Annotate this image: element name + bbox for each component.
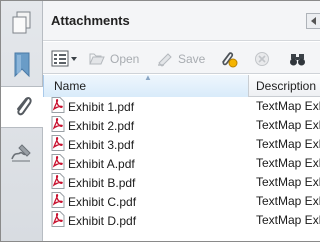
attachments-tab-button[interactable] (1, 86, 44, 128)
pdf-file-icon (51, 135, 65, 154)
paperclip-icon (12, 93, 34, 122)
delete-icon (254, 51, 270, 67)
table-row[interactable]: Exhibit 3.pdf TextMap Exhibit (43, 135, 320, 154)
signature-icon (10, 141, 34, 166)
file-name: Exhibit A.pdf (68, 156, 135, 171)
name-cell: Exhibit 2.pdf (51, 116, 135, 135)
description-cell: TextMap Exhibit (256, 137, 320, 151)
file-name: Exhibit C.pdf (68, 194, 137, 209)
add-attachment-button[interactable] (219, 50, 239, 68)
delete-attachment-button[interactable] (254, 50, 270, 68)
binoculars-icon (289, 51, 307, 67)
pdf-file-icon (51, 154, 65, 173)
name-cell: Exhibit C.pdf (51, 192, 137, 211)
pdf-file-icon (51, 173, 65, 192)
table-row[interactable]: Exhibit 1.pdf TextMap Exhibit (43, 97, 320, 116)
search-attachments-button[interactable] (289, 50, 307, 68)
options-list-icon (51, 50, 79, 68)
pdf-file-icon (51, 116, 65, 135)
navigation-rail (1, 1, 44, 241)
bookmarks-button[interactable] (1, 45, 43, 87)
save-icon (156, 51, 174, 67)
name-cell: Exhibit B.pdf (51, 173, 136, 192)
table-row[interactable]: Exhibit B.pdf TextMap Exhibit (43, 173, 320, 192)
pages-icon (11, 11, 33, 38)
table-row[interactable]: Exhibit A.pdf TextMap Exhibit (43, 154, 320, 173)
description-cell: TextMap Exhibit (256, 156, 320, 170)
pdf-file-icon (51, 97, 65, 116)
file-name: Exhibit 1.pdf (68, 99, 135, 114)
open-button-label: Open (110, 52, 140, 66)
name-cell: Exhibit D.pdf (51, 211, 137, 230)
name-cell: Exhibit 3.pdf (51, 135, 135, 154)
attachments-window: Attachments Open Save ▲ Name Description… (0, 0, 320, 242)
triangle-left-icon (310, 14, 317, 28)
description-cell: TextMap Exhibit (256, 175, 320, 189)
collapse-panel-button[interactable] (306, 13, 320, 29)
sort-ascending-icon: ▲ (144, 73, 152, 82)
file-name: Exhibit B.pdf (68, 175, 136, 190)
name-cell: Exhibit 1.pdf (51, 97, 135, 116)
file-name: Exhibit 2.pdf (68, 118, 135, 133)
signatures-button[interactable] (1, 132, 43, 174)
table-row[interactable]: Exhibit 2.pdf TextMap Exhibit (43, 116, 320, 135)
panel-header: Attachments (43, 1, 320, 41)
description-cell: TextMap Exhibit (256, 118, 320, 132)
description-cell: TextMap Exhibit (256, 213, 320, 227)
add-attachment-icon (219, 50, 239, 68)
name-cell: Exhibit A.pdf (51, 154, 135, 173)
description-cell: TextMap Exhibit (256, 194, 320, 208)
column-header-name-label: Name (54, 79, 87, 93)
file-name: Exhibit 3.pdf (68, 137, 135, 152)
save-button-label: Save (178, 52, 206, 66)
pdf-file-icon (51, 192, 65, 211)
pdf-file-icon (51, 211, 65, 230)
column-header-name[interactable]: ▲ Name (43, 73, 249, 97)
save-button[interactable]: Save (156, 50, 205, 68)
panel-title: Attachments (51, 13, 130, 28)
bookmark-icon (12, 52, 32, 81)
table-row[interactable]: Exhibit D.pdf TextMap Exhibit (43, 211, 320, 230)
table-row[interactable]: Exhibit C.pdf TextMap Exhibit (43, 192, 320, 211)
description-cell: TextMap Exhibit (256, 99, 320, 113)
attachments-panel: Attachments Open Save ▲ Name Description… (43, 1, 320, 241)
column-header-description[interactable]: Description (249, 75, 320, 97)
options-menu-button[interactable] (51, 50, 79, 68)
column-header-description-label: Description (256, 79, 317, 93)
open-folder-icon (88, 51, 106, 67)
file-name: Exhibit D.pdf (68, 213, 137, 228)
page-thumbnails-button[interactable] (1, 3, 43, 45)
attachments-toolbar: Open Save (43, 42, 320, 74)
open-button[interactable]: Open (88, 50, 139, 68)
table-header: ▲ Name Description (43, 73, 320, 97)
